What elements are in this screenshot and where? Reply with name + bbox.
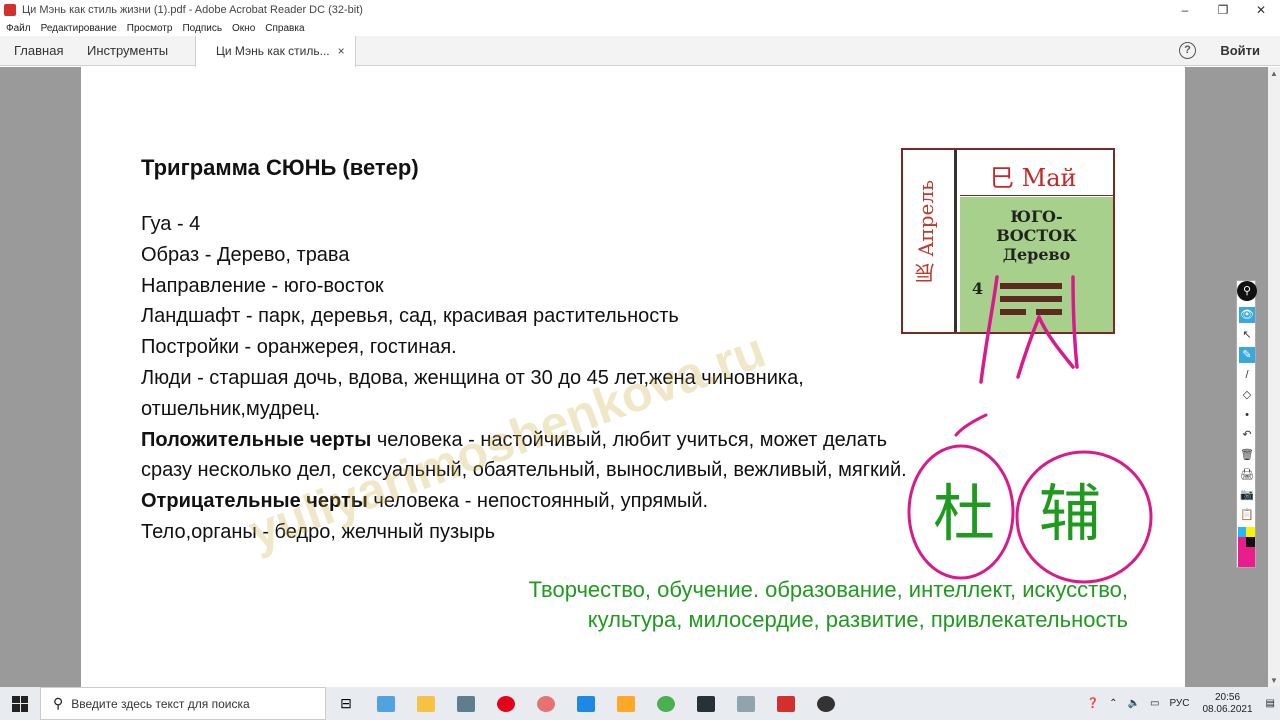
opera-icon[interactable] — [486, 687, 526, 720]
line-image: Образ - Дерево, трава — [141, 243, 350, 266]
annotation-char-fu: 辅 — [1039, 477, 1101, 550]
line-landscape: Ландшафт - парк, деревья, сад, красивая … — [141, 305, 679, 328]
pdf-page: Триграмма СЮНЬ (ветер) Гуа - 4 Образ - Д… — [81, 67, 1185, 687]
eraser-icon[interactable]: ◇ — [1239, 387, 1255, 403]
tab-tools[interactable]: Инструменты — [87, 36, 168, 66]
menu-sign[interactable]: Подпись — [182, 23, 222, 34]
system-tray: ❓ ⌃ 🔈 ▭ РУС 20:56 08.06.2021 ▤ — [1082, 687, 1280, 720]
page-body: Гуа - 4 Образ - Дерево, трава Направлени… — [141, 209, 921, 548]
volume-icon[interactable]: 🔈 — [1128, 698, 1140, 709]
window-title: Ци Мэнь как стиль жизни (1).pdf - Adobe … — [22, 4, 363, 16]
trigram-line-3 — [1000, 309, 1062, 315]
direction-line-1: ЮГО- — [1010, 207, 1063, 226]
clock[interactable]: 20:56 08.06.2021 — [1202, 692, 1252, 716]
month-april: 辰 Апрель — [914, 180, 938, 284]
obs-icon[interactable] — [806, 687, 846, 720]
bagua-number: 4 — [972, 279, 984, 298]
app-icon-2[interactable] — [526, 687, 566, 720]
window-controls: – ❐ ✕ — [1166, 0, 1280, 20]
tab-home[interactable]: Главная — [14, 36, 63, 66]
minimize-button[interactable]: – — [1166, 0, 1204, 20]
windows-logo-icon — [12, 695, 28, 712]
close-window-button[interactable]: ✕ — [1242, 0, 1280, 20]
bagua-green-cell: ЮГО- ВОСТОК Дерево 4 — [960, 197, 1113, 332]
scroll-down-icon[interactable]: ▼ — [1270, 676, 1278, 685]
scroll-up-icon[interactable]: ▲ — [1270, 69, 1278, 78]
tab-document[interactable]: Ци Мэнь как стиль... × — [195, 36, 356, 67]
tabs-bar: Главная Инструменты Ци Мэнь как стиль...… — [0, 36, 1280, 67]
annotation-char-du: 杜 — [933, 477, 995, 550]
app-icon-1[interactable] — [366, 687, 406, 720]
ink-stroke-5 — [954, 413, 988, 437]
tab-document-label: Ци Мэнь как стиль... — [216, 44, 330, 58]
notifications-icon[interactable]: ▤ — [1266, 698, 1275, 709]
help-icon[interactable]: ? — [1179, 42, 1196, 59]
taskbar: ⚲ Введите здесь текст для поиска ⊟ ❓ ⌃ 🔈… — [0, 687, 1280, 720]
line-buildings: Постройки - оранжерея, гостиная. — [141, 336, 457, 359]
help-tray-icon[interactable]: ❓ — [1087, 698, 1099, 709]
line-gua: Гуа - 4 — [141, 213, 201, 235]
acrobat-app-icon — [4, 4, 16, 16]
search-icon: ⚲ — [53, 695, 64, 711]
green-annotation-text: Творчество, обучение. образование, интел… — [528, 577, 1128, 632]
dropbox-icon[interactable] — [566, 687, 606, 720]
menu-view[interactable]: Просмотр — [127, 23, 173, 34]
dot-size-icon[interactable]: • — [1239, 407, 1255, 423]
chrome-icon[interactable] — [646, 687, 686, 720]
bagua-direction: ЮГО- ВОСТОК Дерево — [960, 207, 1113, 264]
trigram-line-2 — [1000, 296, 1062, 302]
trash-icon[interactable]: 🗑 — [1239, 447, 1255, 463]
app-icon-v[interactable] — [686, 687, 726, 720]
pen-icon[interactable]: ✎ — [1239, 347, 1255, 363]
pin-icon[interactable]: ⚲ — [1237, 281, 1257, 301]
page-heading: Триграмма СЮНЬ (ветер) — [141, 155, 419, 180]
taskbar-search[interactable]: ⚲ Введите здесь текст для поиска — [40, 687, 326, 720]
eye-icon[interactable]: 👁 — [1239, 307, 1255, 323]
photos-icon[interactable] — [726, 687, 766, 720]
search-placeholder: Введите здесь текст для поиска — [71, 696, 250, 711]
element-label: Дерево — [1002, 245, 1071, 264]
task-view-icon[interactable]: ⊟ — [326, 687, 366, 720]
vertical-scrollbar[interactable]: ▲ ▼ — [1268, 67, 1280, 687]
positive-label: Положительные черты — [141, 428, 372, 451]
restore-button[interactable]: ❐ — [1204, 0, 1242, 20]
file-explorer-icon[interactable] — [406, 687, 446, 720]
media-icon[interactable] — [606, 687, 646, 720]
bagua-image: 辰 Апрель 巳 Май ЮГО- ВОСТОК Дерево 4 — [901, 148, 1115, 334]
cursor-icon[interactable]: ↖ — [1239, 327, 1255, 343]
print-icon[interactable]: 🖨 — [1239, 467, 1255, 483]
trigram-line-1 — [1000, 283, 1062, 289]
clock-date: 08.06.2021 — [1202, 703, 1253, 715]
login-button[interactable]: Войти — [1220, 36, 1260, 66]
clipboard-icon[interactable]: 📋 — [1239, 507, 1255, 523]
month-may: 巳 Май — [990, 164, 1077, 192]
start-button[interactable] — [0, 687, 40, 720]
language-indicator[interactable]: РУС — [1169, 698, 1189, 709]
line-icon[interactable]: / — [1239, 367, 1255, 383]
bagua-left-column: 辰 Апрель — [903, 150, 957, 332]
ink-circle-left — [907, 444, 1015, 580]
drawing-toolbar: ⚲ 👁 ↖ ✎ / ◇ • ↶ 🗑 🖨 📷 📋 — [1236, 280, 1257, 568]
document-area: Триграмма СЮНЬ (ветер) Гуа - 4 Образ - Д… — [0, 67, 1268, 687]
direction-line-2: ВОСТОК — [996, 226, 1077, 245]
camera-icon[interactable]: 📷 — [1239, 487, 1255, 503]
network-icon[interactable]: ▭ — [1150, 698, 1159, 709]
color-palette[interactable] — [1238, 527, 1255, 567]
menu-file[interactable]: Файл — [6, 23, 31, 34]
menu-help[interactable]: Справка — [265, 23, 304, 34]
undo-icon[interactable]: ↶ — [1239, 427, 1255, 443]
chevron-up-icon[interactable]: ⌃ — [1109, 698, 1117, 709]
tab-close-icon[interactable]: × — [338, 44, 345, 58]
menu-window[interactable]: Окно — [232, 23, 255, 34]
calculator-icon[interactable] — [446, 687, 486, 720]
menu-edit[interactable]: Редактирование — [41, 23, 117, 34]
acrobat-taskbar-icon[interactable] — [766, 687, 806, 720]
bagua-top-cell: 巳 Май — [960, 150, 1113, 196]
ink-circle-right — [1015, 450, 1153, 584]
menu-bar: Файл Редактирование Просмотр Подпись Окн… — [0, 20, 1280, 36]
line-direction: Направление - юго-восток — [141, 274, 384, 297]
title-bar: Ци Мэнь как стиль жизни (1).pdf - Adobe … — [0, 0, 1280, 20]
clock-time: 20:56 — [1215, 691, 1241, 703]
